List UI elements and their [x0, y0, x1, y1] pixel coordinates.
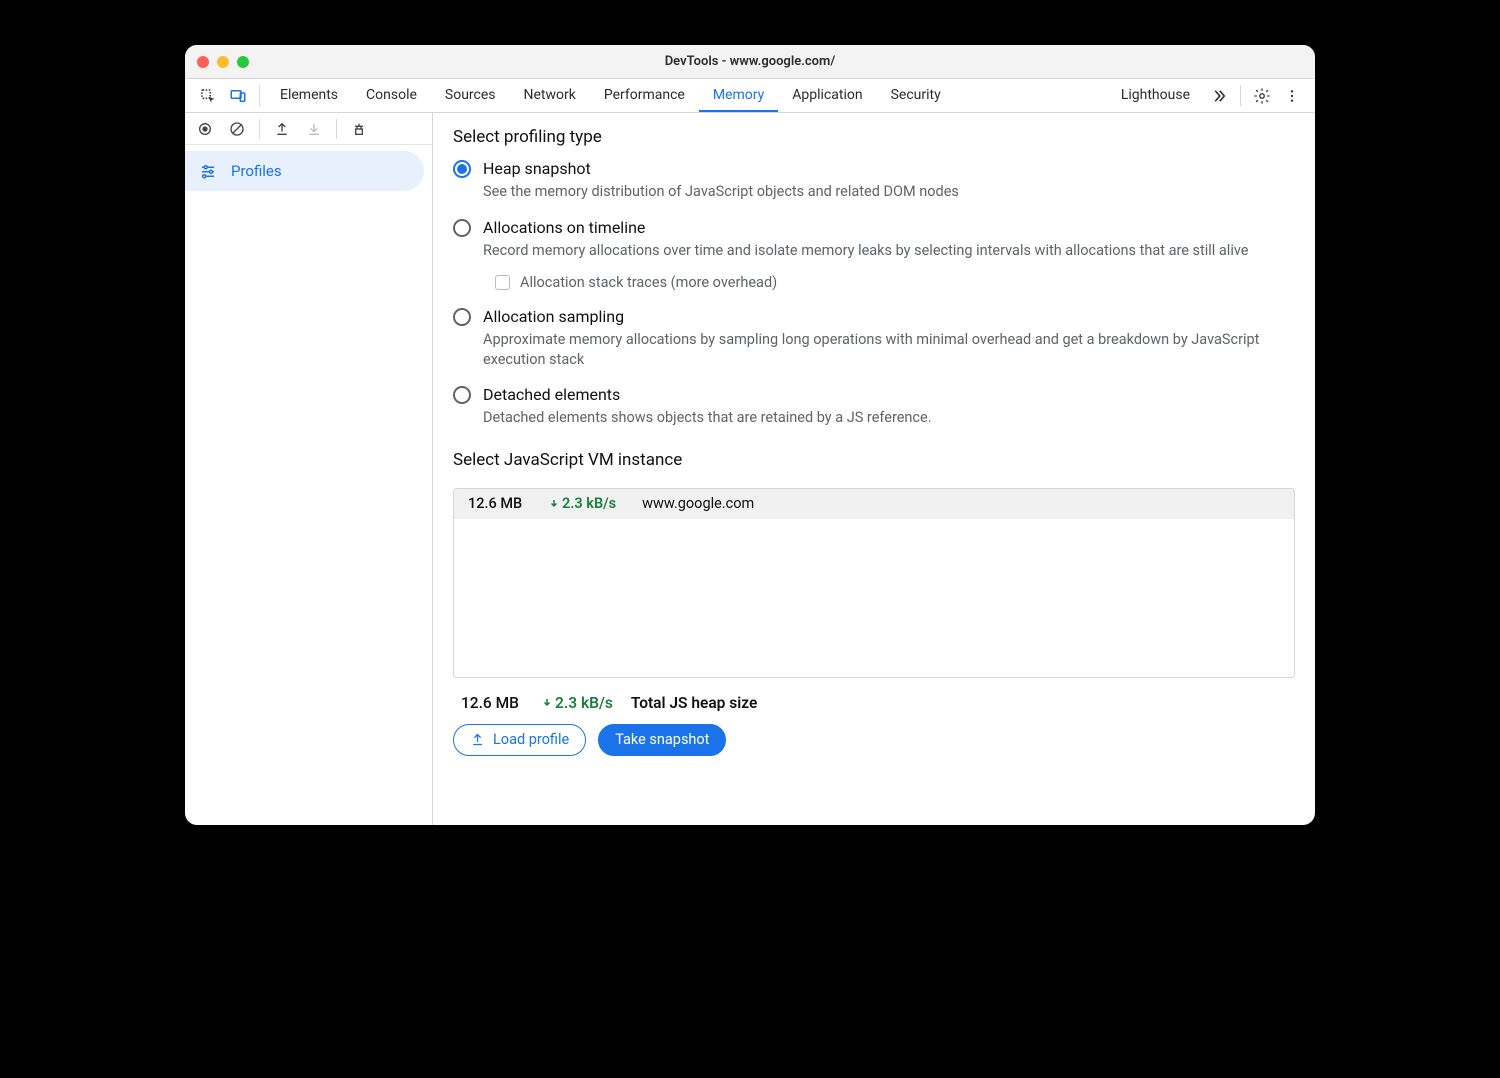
- section-vm-instance: Select JavaScript VM instance: [453, 450, 1295, 470]
- vm-instance-list: 12.6 MB 2.3 kB/s www.google.com: [453, 488, 1295, 678]
- arrow-down-icon: [541, 697, 553, 709]
- option-allocation-sampling[interactable]: Allocation sampling Approximate memory a…: [453, 307, 1295, 369]
- devtools-tabbar: Elements Console Sources Network Perform…: [185, 79, 1315, 113]
- checkbox-allocation-stack-traces[interactable]: Allocation stack traces (more overhead): [483, 274, 1295, 291]
- collect-garbage-icon[interactable]: [345, 115, 373, 143]
- kebab-menu-icon[interactable]: [1277, 79, 1307, 112]
- option-detached-elements[interactable]: Detached elements Detached elements show…: [453, 385, 1295, 428]
- total-rate: 2.3 kB/s: [541, 694, 613, 712]
- option-title: Allocation sampling: [483, 307, 1295, 326]
- upload-icon: [470, 732, 485, 747]
- tab-security[interactable]: Security: [877, 79, 955, 112]
- devtools-window: DevTools - www.google.com/ Elements Cons…: [185, 45, 1315, 825]
- option-heap-snapshot[interactable]: Heap snapshot See the memory distributio…: [453, 159, 1295, 202]
- download-icon[interactable]: [300, 115, 328, 143]
- option-desc: Detached elements shows objects that are…: [483, 408, 1295, 428]
- arrow-down-icon: [548, 498, 560, 510]
- option-title: Detached elements: [483, 385, 1295, 404]
- button-label: Load profile: [493, 731, 569, 748]
- total-label: Total JS heap size: [631, 694, 757, 712]
- tab-sources[interactable]: Sources: [431, 79, 510, 112]
- tab-performance[interactable]: Performance: [590, 79, 699, 112]
- option-title: Heap snapshot: [483, 159, 1295, 178]
- clear-icon[interactable]: [223, 115, 251, 143]
- radio-heap-snapshot[interactable]: [453, 160, 471, 178]
- tab-memory[interactable]: Memory: [699, 79, 778, 112]
- tab-console[interactable]: Console: [352, 79, 431, 112]
- tab-application[interactable]: Application: [778, 79, 876, 112]
- radio-allocation-sampling[interactable]: [453, 308, 471, 326]
- window-title: DevTools - www.google.com/: [185, 54, 1315, 69]
- device-toolbar-icon[interactable]: [223, 79, 253, 112]
- profiles-sidebar: Profiles: [185, 113, 433, 825]
- tab-network[interactable]: Network: [510, 79, 590, 112]
- memory-panel: Select profiling type Heap snapshot See …: [433, 113, 1315, 825]
- more-tabs-icon[interactable]: [1204, 79, 1234, 112]
- sliders-icon: [199, 162, 217, 180]
- sidebar-item-profiles[interactable]: Profiles: [185, 151, 424, 191]
- option-desc: Record memory allocations over time and …: [483, 241, 1295, 261]
- radio-allocations-timeline[interactable]: [453, 219, 471, 237]
- sidebar-item-label: Profiles: [231, 162, 282, 180]
- settings-icon[interactable]: [1247, 79, 1277, 112]
- action-buttons: Load profile Take snapshot: [453, 724, 1295, 756]
- vm-domain: www.google.com: [642, 495, 754, 512]
- totals-row: 12.6 MB 2.3 kB/s Total JS heap size: [453, 678, 1295, 724]
- button-label: Take snapshot: [615, 731, 709, 748]
- take-snapshot-button[interactable]: Take snapshot: [598, 724, 726, 756]
- vm-size: 12.6 MB: [468, 495, 530, 512]
- upload-icon[interactable]: [268, 115, 296, 143]
- tab-lighthouse[interactable]: Lighthouse: [1107, 79, 1204, 112]
- option-title: Allocations on timeline: [483, 218, 1295, 237]
- tab-elements[interactable]: Elements: [266, 79, 352, 112]
- sidebar-toolbar: [185, 113, 432, 145]
- titlebar: DevTools - www.google.com/: [185, 45, 1315, 79]
- option-desc: Approximate memory allocations by sampli…: [483, 330, 1295, 369]
- checkbox-icon[interactable]: [495, 275, 510, 290]
- option-desc: See the memory distribution of JavaScrip…: [483, 182, 1295, 202]
- total-size: 12.6 MB: [461, 694, 523, 712]
- checkbox-label: Allocation stack traces (more overhead): [520, 274, 777, 291]
- load-profile-button[interactable]: Load profile: [453, 724, 586, 756]
- option-allocations-timeline[interactable]: Allocations on timeline Record memory al…: [453, 218, 1295, 292]
- vm-rate: 2.3 kB/s: [548, 495, 616, 512]
- inspect-element-icon[interactable]: [193, 79, 223, 112]
- vm-instance-row[interactable]: 12.6 MB 2.3 kB/s www.google.com: [454, 489, 1294, 519]
- section-profiling-type: Select profiling type: [453, 127, 1295, 147]
- radio-detached-elements[interactable]: [453, 386, 471, 404]
- record-icon[interactable]: [191, 115, 219, 143]
